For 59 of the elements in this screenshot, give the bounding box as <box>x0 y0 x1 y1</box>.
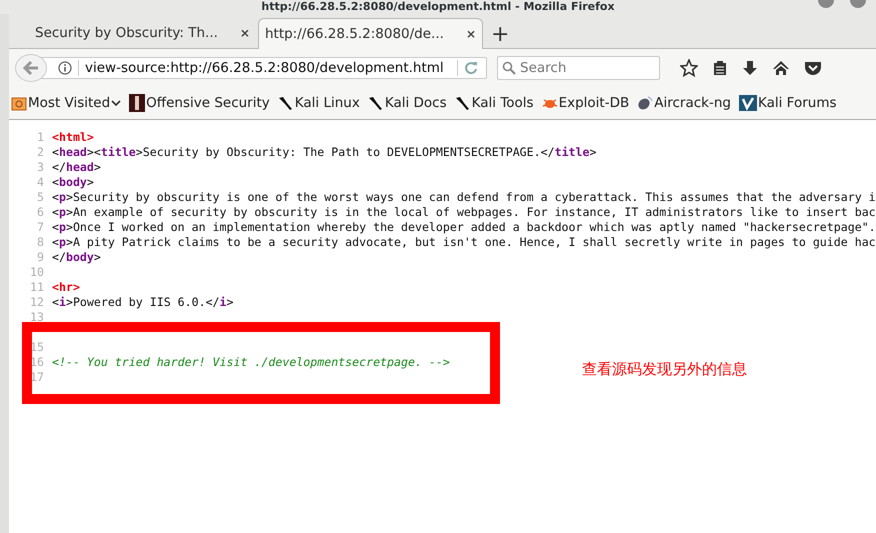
bookmark-link[interactable]: Aircrack-ng <box>637 95 731 111</box>
line-number: 15 <box>29 340 45 355</box>
code-line: <p>Once I worked on an implementation whereby the developer added a backdoor which was aptly named "hackersecretpage". <box>52 220 876 235</box>
line-number: 16 <box>29 355 45 370</box>
logo-icon <box>129 94 146 112</box>
code-line: <head><title>Security by Obscurity: The Path to DEVELOPMENTSECRETPAGE.</title> <box>52 145 596 160</box>
line-number: 8 <box>36 235 45 250</box>
bookmark-link[interactable]: Kali Linux <box>278 95 360 111</box>
folder-icon <box>11 95 27 111</box>
code-line: <html> <box>52 130 94 145</box>
bookmark-link[interactable]: Kali Tools <box>454 95 534 111</box>
close-icon[interactable]: × <box>466 27 476 41</box>
browser-tab[interactable]: Security by Obscurity: Th... × <box>29 18 256 48</box>
info-icon[interactable] <box>58 61 72 75</box>
line-number: 1 <box>36 130 45 145</box>
line-number: 7 <box>36 220 45 235</box>
download-icon[interactable] <box>742 60 758 76</box>
code-line: <body> <box>52 175 94 190</box>
code-line: <hr> <box>52 280 80 295</box>
bookmark-link[interactable]: Kali Forums <box>738 95 836 111</box>
airship-icon <box>637 95 654 111</box>
search-icon <box>502 61 516 75</box>
bookmark-link[interactable]: Exploit-DB <box>542 95 630 111</box>
search-field[interactable]: Search <box>497 56 660 80</box>
line-number: 3 <box>36 160 45 175</box>
code-line: <p>An example of security by obscurity is in the local of webpages. For instance, IT administrators like to insert bac <box>52 205 876 220</box>
line-number: 13 <box>29 310 45 325</box>
address-input[interactable]: view-source:http://66.28.5.2:8080/development.html <box>85 60 451 76</box>
line-number: 10 <box>29 265 45 280</box>
code-line: </head> <box>52 160 101 175</box>
code-line: </body> <box>52 250 101 265</box>
line-number: 17 <box>29 370 45 385</box>
back-button[interactable] <box>15 54 47 82</box>
bookmark-link[interactable]: Kali Docs <box>368 95 447 111</box>
line-number: 2 <box>36 145 45 160</box>
close-icon[interactable]: × <box>240 26 250 40</box>
bookmark-link[interactable]: Offensive Security <box>129 94 270 112</box>
line-number: 12 <box>29 295 45 310</box>
chevron-down-icon[interactable] <box>111 99 122 107</box>
line-number: 9 <box>36 250 45 265</box>
code-line: <!-- You tried harder! Visit ./developmentsecretpage. --> <box>52 355 450 370</box>
star-icon[interactable] <box>680 59 698 77</box>
line-number: 5 <box>36 190 45 205</box>
code-line: <p>Security by obscurity is one of the worst ways one can defend from a cyberattack. This assumes that the adversary i <box>52 190 876 205</box>
line-number: 6 <box>36 205 45 220</box>
forum-logo-icon <box>738 95 757 111</box>
line-number: 11 <box>29 280 45 295</box>
browser-tab[interactable]: http://66.28.5.2:8080/de... × <box>258 18 483 49</box>
pocket-icon[interactable] <box>804 60 822 76</box>
clipboard-icon[interactable] <box>712 60 728 76</box>
code-line: <p>A pity Patrick claims to be a security advocate, but isn't one. Hence, I shall secretly write in pages to guide hac <box>52 235 876 250</box>
arrow-left-icon <box>23 61 39 75</box>
bookmark-link[interactable]: Most Visited <box>11 95 122 111</box>
window-title: http://66.28.5.2:8080/development.html - Mozilla Firefox <box>261 0 615 14</box>
annotation-text: 查看源码发现另外的信息 <box>582 360 747 379</box>
home-icon[interactable] <box>772 60 790 76</box>
new-tab-button[interactable]: + <box>485 24 516 48</box>
code-line: <i>Powered by IIS 6.0.</i> <box>52 295 234 310</box>
line-number: 4 <box>36 175 45 190</box>
